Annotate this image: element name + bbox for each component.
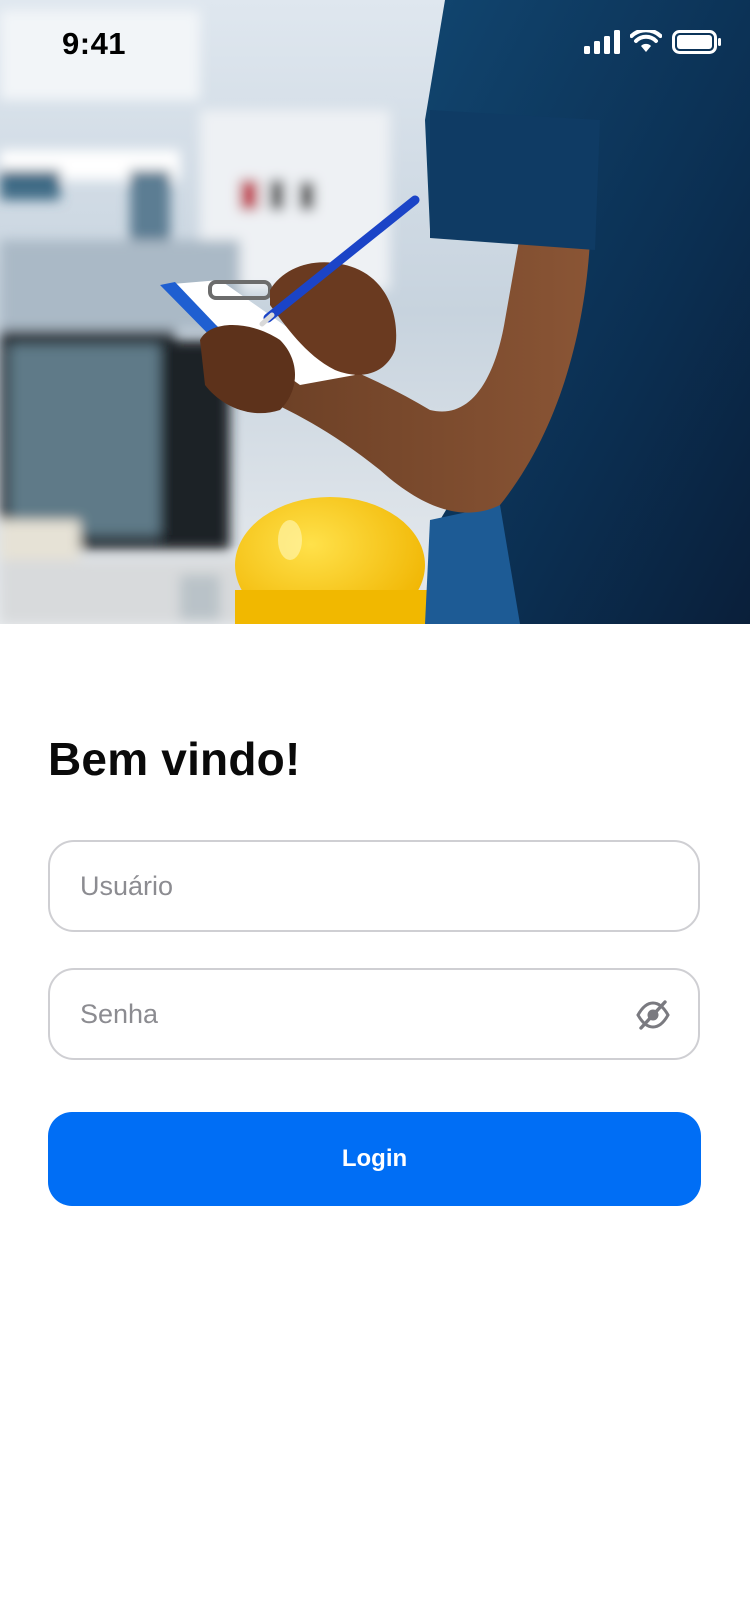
- status-icons: [584, 28, 722, 59]
- status-bar: 9:41: [0, 0, 750, 92]
- hero-photo: [0, 0, 750, 624]
- username-input[interactable]: [80, 842, 600, 930]
- password-field[interactable]: [48, 968, 700, 1060]
- username-field[interactable]: [48, 840, 700, 932]
- page-title: Bem vindo!: [48, 733, 301, 785]
- battery-icon: [672, 30, 722, 59]
- login-button[interactable]: Login: [48, 1112, 701, 1206]
- password-input[interactable]: [80, 970, 600, 1058]
- wifi-icon: [629, 28, 663, 59]
- login-screen: 9:41 Bem vindo! Usuário Login: [0, 0, 750, 1624]
- cellular-signal-icon: [584, 30, 620, 59]
- eye-off-icon[interactable]: [634, 996, 672, 1034]
- status-time: 9:41: [62, 26, 127, 61]
